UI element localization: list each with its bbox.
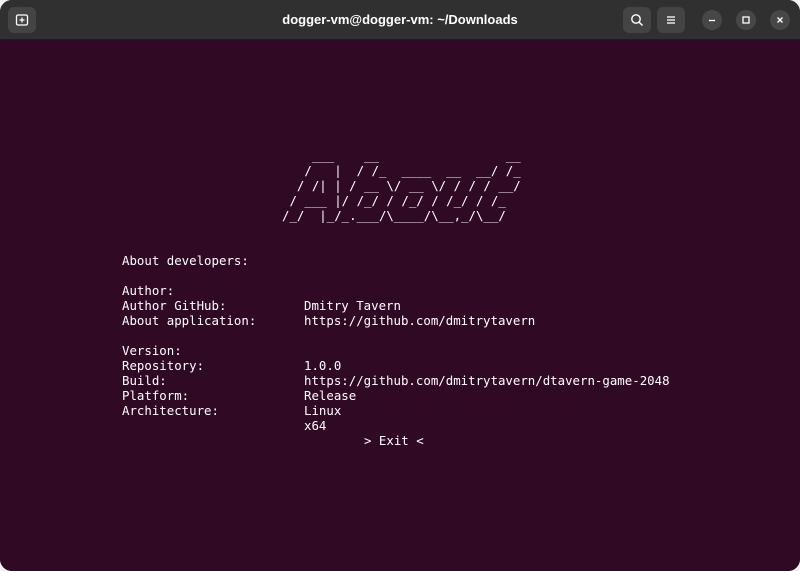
menu-button[interactable] [657,7,685,33]
info-row-version: Version: 1.0.0 [122,328,341,373]
info-row-platform: Platform: Linux [122,373,341,418]
close-button[interactable] [770,10,790,30]
info-row-architecture: Architecture: x64 [122,388,326,433]
window-title: dogger-vm@dogger-vm: ~/Downloads [282,12,518,27]
info-value: Dmitry Tavern [304,298,401,313]
info-row-build: Build: Release [122,358,356,403]
application-heading: About application: [122,313,257,328]
info-row-author-github: Author GitHub: https://github.com/dmitry… [122,283,535,328]
new-tab-button[interactable] [8,7,36,33]
info-key: Author GitHub: [122,298,227,313]
ascii-line: / /| | / __ \/ __ \/ / / / __/ [282,178,521,193]
title-bar[interactable]: dogger-vm@dogger-vm: ~/Downloads [0,0,800,40]
ascii-line: / ___ |/ /_/ / /_/ / /_/ / /_ [282,193,521,208]
minimize-button[interactable] [702,10,722,30]
info-value: Release [304,388,357,403]
info-key: Architecture: [122,403,219,418]
search-button[interactable] [623,7,651,33]
ascii-line: / | / /_ ____ __ __/ /_ [282,163,521,178]
developers-heading: About developers: [122,253,249,268]
info-row-repository: Repository: https://github.com/dmitrytav… [122,343,670,388]
ascii-line: ___ __ __ [282,148,529,163]
minimize-icon [707,15,717,25]
info-value: https://github.com/dmitrytavern/dtavern-… [304,373,670,388]
exit-menu-option[interactable]: > Exit < [364,433,424,448]
about-ascii-banner: ___ __ __ / | / /_ ____ __ __/ /_ / /| |… [282,148,528,223]
info-row-author: Author: Dmitry Tavern [122,268,401,313]
terminal-window: dogger-vm@dogger-vm: ~/Downloads ___ __ … [0,0,800,571]
info-value: Linux [304,403,342,418]
info-value: x64 [304,418,327,433]
info-value: https://github.com/dmitrytavern [304,313,536,328]
search-icon [630,13,644,27]
info-value: 1.0.0 [304,358,342,373]
maximize-icon [741,15,751,25]
terminal-output[interactable]: ___ __ __ / | / /_ ____ __ __/ /_ / /| |… [0,40,800,571]
menu-icon [664,13,678,27]
ascii-line: /_/ |_/_.___/\____/\__,_/\__/ [282,208,521,223]
maximize-button[interactable] [736,10,756,30]
close-icon [775,15,785,25]
new-tab-icon [15,13,29,27]
